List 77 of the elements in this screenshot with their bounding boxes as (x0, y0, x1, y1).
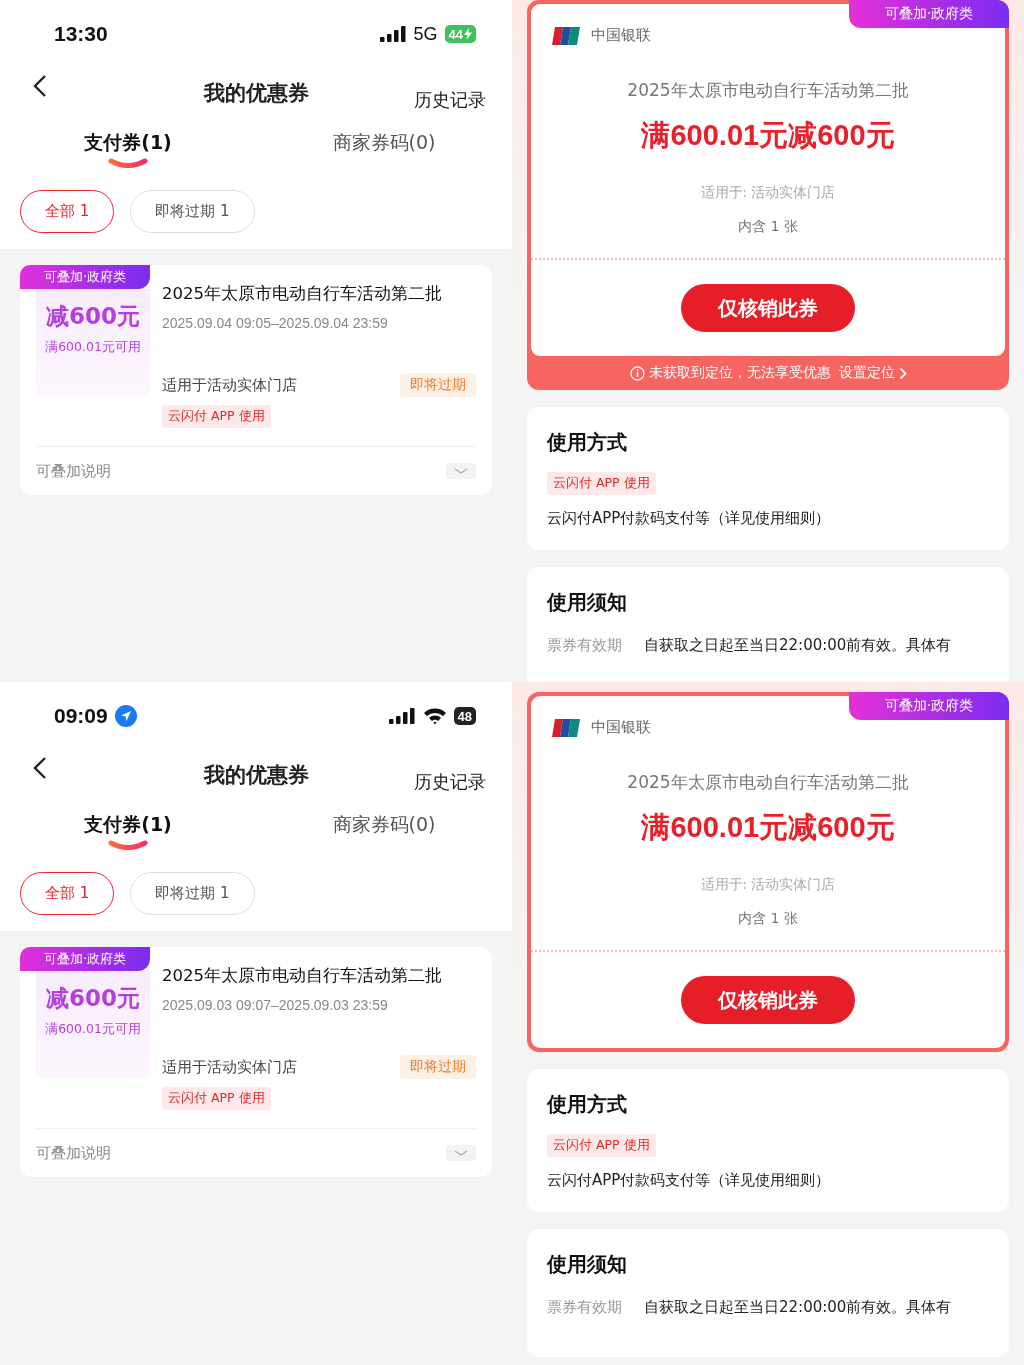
bank-card-logo-icon (551, 718, 581, 737)
signal-icon (379, 26, 407, 42)
coupon-card[interactable]: 可叠加·政府类 减600元 满600.01元可用 2025年太原市电动自行车活动第二批 2025.09.04 09:05–2025.09.04 23:59 适用于活动实体门店 即将过期 云闪付 APP 使用 可叠加说明 (20, 265, 492, 495)
voucher-count: 内含 1 张 (738, 910, 798, 928)
section-title: 使用方式 (547, 1091, 628, 1118)
coupon-scope: 适用于: 活动实体门店 (700, 184, 836, 202)
chevron-right-icon[interactable] (898, 366, 907, 380)
page-title: 我的优惠券 (203, 80, 309, 107)
status-time: 09:09 (54, 704, 108, 728)
filter-chip[interactable]: 全部 1 (20, 872, 115, 915)
coupon-tag: 可叠加·政府类 (849, 0, 1009, 28)
bank-card-logo-icon (551, 26, 581, 45)
coupon-scope: 适用于活动实体门店 (162, 1057, 297, 1077)
stacking-note[interactable]: 可叠加说明 (36, 461, 111, 481)
usage-description: 云闪付APP付款码支付等（详见使用细则） (547, 1171, 832, 1190)
coupon-scope: 适用于活动实体门店 (162, 375, 297, 395)
section-title: 使用方式 (547, 429, 628, 456)
filter-chip[interactable]: 全部 1 (20, 190, 115, 233)
info-icon (629, 365, 645, 381)
channel-tag: 云闪付 APP 使用 (162, 405, 271, 428)
back-icon[interactable] (33, 756, 47, 780)
filter-chip[interactable]: 即将过期 1 (130, 872, 255, 915)
network-type: 5G (413, 23, 438, 45)
back-icon[interactable] (33, 74, 47, 98)
coupon-tag: 可叠加·政府类 (20, 947, 150, 971)
validity-label: 票券有效期 (547, 1298, 622, 1317)
usage-description: 云闪付APP付款码支付等（详见使用细则） (547, 509, 832, 528)
channel-tag: 云闪付 APP 使用 (547, 472, 656, 495)
coupon-scope: 适用于: 活动实体门店 (700, 876, 836, 894)
offer-amount: 满600.01元减600元 (641, 118, 895, 153)
history-link[interactable]: 历史记录 (414, 770, 486, 794)
discount-amount: 减600元 (46, 302, 140, 331)
location-warning: 未获取到定位，无法享受优惠 (648, 364, 831, 382)
bank-name: 中国银联 (591, 718, 651, 737)
signal-icon (388, 708, 416, 724)
coupon-tag: 可叠加·政府类 (20, 265, 150, 289)
redeem-button[interactable]: 仅核销此券 (681, 284, 855, 332)
battery-indicator: 44 (444, 25, 476, 43)
history-link[interactable]: 历史记录 (414, 88, 486, 112)
tab-indicator-icon (108, 158, 148, 168)
tab[interactable]: 商家券码(0) (332, 812, 436, 838)
discount-condition: 满600.01元可用 (44, 1020, 142, 1038)
coupon-name: 2025年太原市电动自行车活动第二批 (162, 283, 443, 305)
tab[interactable]: 商家券码(0) (332, 130, 436, 156)
coupon-tag: 可叠加·政府类 (849, 692, 1009, 720)
status-time: 13:30 (54, 22, 108, 46)
tab[interactable]: 支付券(1) (84, 812, 172, 838)
expand-icon[interactable] (446, 1145, 476, 1161)
voucher-count: 内含 1 张 (738, 218, 798, 236)
tab-indicator-icon (108, 840, 148, 850)
section-title: 使用须知 (547, 589, 628, 616)
expiring-badge: 即将过期 (400, 373, 476, 397)
channel-tag: 云闪付 APP 使用 (162, 1087, 271, 1110)
filter-chip[interactable]: 即将过期 1 (130, 190, 255, 233)
channel-tag: 云闪付 APP 使用 (547, 1134, 656, 1157)
offer-amount: 满600.01元减600元 (641, 810, 895, 845)
discount-condition: 满600.01元可用 (44, 338, 142, 356)
coupon-card[interactable]: 可叠加·政府类 减600元 满600.01元可用 2025年太原市电动自行车活动第二批 2025.09.03 09:07–2025.09.03 23:59 适用于活动实体门店 即将过期 云闪付 APP 使用 可叠加说明 (20, 947, 492, 1177)
discount-amount: 减600元 (46, 984, 140, 1013)
wifi-icon (422, 707, 447, 725)
coupon-name: 2025年太原市电动自行车活动第二批 (162, 965, 443, 987)
section-title: 使用须知 (547, 1251, 628, 1278)
validity-text: 自获取之日起至当日22:00:00前有效。具体有 (644, 1298, 952, 1317)
coupon-name: 2025年太原市电动自行车活动第二批 (627, 79, 909, 102)
bank-name: 中国银联 (591, 26, 651, 45)
validity-period: 2025.09.03 09:07–2025.09.03 23:59 (162, 997, 389, 1013)
validity-label: 票券有效期 (547, 636, 622, 655)
validity-period: 2025.09.04 09:05–2025.09.04 23:59 (162, 315, 389, 331)
stacking-note[interactable]: 可叠加说明 (36, 1143, 111, 1163)
expiring-badge: 即将过期 (400, 1055, 476, 1079)
tab[interactable]: 支付券(1) (84, 130, 172, 156)
page-title: 我的优惠券 (203, 762, 309, 789)
expand-icon[interactable] (446, 463, 476, 479)
redeem-button[interactable]: 仅核销此券 (681, 976, 855, 1024)
coupon-name: 2025年太原市电动自行车活动第二批 (627, 771, 909, 794)
validity-text: 自获取之日起至当日22:00:00前有效。具体有 (644, 636, 952, 655)
battery-indicator: 48 (453, 707, 476, 725)
